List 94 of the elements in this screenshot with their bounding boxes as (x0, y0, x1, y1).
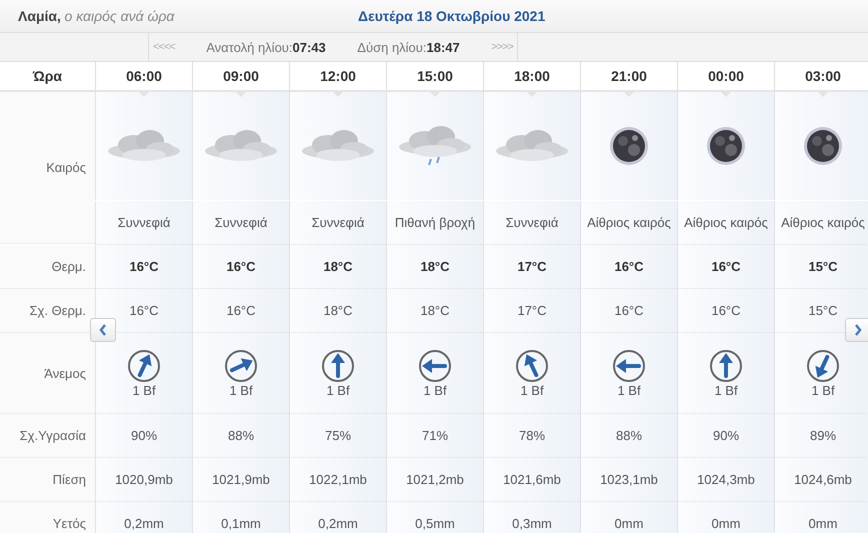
row-label: Πίεση (52, 472, 86, 487)
feels-like-temperature: 16°C (614, 303, 644, 318)
feels-like-temperature: 15°C (808, 303, 838, 318)
row-label: Σχ. Θερμ. (30, 303, 86, 318)
column-header: 03:00 (805, 68, 841, 84)
column-header: Ώρα (33, 68, 62, 84)
precipitation-value: 0mm (808, 516, 838, 531)
pressure-value: 1023,1mb (600, 472, 658, 487)
weather-description: Αίθριος καιρός (781, 215, 865, 230)
column-header: 00:00 (708, 68, 744, 84)
feels-like-temperature: 18°C (420, 303, 450, 318)
sunset-text: Δύση ηλίου:18:47 (357, 40, 460, 54)
wind-direction-icon (127, 348, 161, 382)
row-label: Σχ.Υγρασία (20, 428, 86, 443)
column-header: 21:00 (611, 68, 647, 84)
wind-direction-icon (709, 348, 743, 382)
column-header: 12:00 (320, 68, 356, 84)
weather-description: Πιθανή βροχή (394, 215, 476, 230)
moon-icon (609, 126, 649, 166)
temperature: 16°C (614, 259, 644, 274)
wind-speed: 1 Bf (811, 382, 835, 398)
weather-description: Αίθριος καιρός (587, 215, 671, 230)
pressure-value: 1020,9mb (115, 472, 173, 487)
wind-speed: 1 Bf (423, 382, 447, 398)
wind-speed: 1 Bf (229, 382, 253, 398)
pressure-value: 1022,1mb (309, 472, 367, 487)
weather-description: Συννεφιά (214, 215, 268, 230)
wind-speed: 1 Bf (714, 382, 738, 398)
pressure-value: 1021,2mb (406, 472, 464, 487)
precipitation-value: 0,3mm (512, 516, 552, 531)
wind-speed: 1 Bf (132, 382, 156, 398)
humidity-value: 89% (810, 428, 836, 443)
moon-icon (706, 126, 746, 166)
date-heading: Δευτέρα 18 Οκτωβρίου 2021 (358, 8, 546, 24)
weather-description: Συννεφιά (312, 215, 364, 230)
humidity-value: 75% (324, 428, 352, 443)
temperature: 18°C (420, 259, 450, 274)
precipitation-value: 0mm (614, 516, 644, 531)
humidity-value: 71% (422, 428, 448, 443)
scroll-right-button[interactable] (845, 318, 868, 342)
precipitation-value: 0,1mm (221, 516, 261, 531)
humidity-value: 88% (616, 428, 642, 443)
feels-like-temperature: 17°C (517, 303, 547, 318)
temperature: 16°C (226, 259, 256, 274)
chevron-left-icon (99, 324, 107, 336)
next-link[interactable]: >>>> (491, 41, 513, 53)
page-subtitle: ο καιρός ανά ώρα (64, 8, 174, 24)
temperature: 15°C (808, 259, 838, 274)
precipitation-value: 0,2mm (318, 516, 358, 531)
wind-speed: 1 Bf (326, 382, 350, 398)
column-header: 18:00 (514, 68, 550, 84)
wind-direction-icon (515, 348, 549, 382)
wind-direction-icon (224, 348, 258, 382)
city-name: Λαμία, (18, 8, 61, 24)
temperature: 16°C (129, 259, 159, 274)
pressure-value: 1021,6mb (503, 472, 561, 487)
weather-description: Αίθριος καιρός (684, 215, 768, 230)
feels-like-temperature: 18°C (323, 303, 353, 318)
pressure-value: 1024,3mb (697, 472, 755, 487)
column-header: 15:00 (417, 68, 453, 84)
weather-description: Συννεφιά (506, 215, 558, 230)
humidity-value: 88% (228, 428, 254, 443)
row-label: Άνεμος (44, 366, 86, 380)
feels-like-temperature: 16°C (129, 303, 159, 318)
previous-link[interactable]: <<<< (153, 41, 175, 53)
temperature: 17°C (517, 259, 547, 274)
wind-direction-icon (612, 348, 646, 382)
humidity-value: 90% (130, 428, 158, 443)
moon-icon (803, 126, 843, 166)
precipitation-value: 0mm (712, 516, 740, 531)
wind-speed: 1 Bf (520, 382, 544, 398)
weather-description: Συννεφιά (118, 215, 170, 230)
temperature: 18°C (323, 259, 353, 274)
precipitation-value: 0,2mm (124, 516, 164, 531)
scroll-left-button[interactable] (90, 318, 116, 342)
column-header: 09:00 (223, 68, 259, 84)
column-header: 06:00 (126, 68, 162, 84)
pressure-value: 1021,9mb (212, 472, 270, 487)
chevron-right-icon (854, 324, 862, 336)
wind-direction-icon (321, 348, 355, 382)
row-label: Υετός (52, 516, 86, 531)
row-label: Θερμ. (52, 259, 86, 274)
temperature: 16°C (711, 259, 741, 274)
feels-like-temperature: 16°C (226, 303, 256, 318)
humidity-value: 90% (712, 428, 740, 443)
precipitation-value: 0,5mm (415, 516, 455, 531)
feels-like-temperature: 16°C (711, 303, 741, 318)
wind-direction-icon (418, 348, 452, 382)
wind-direction-icon (806, 348, 840, 382)
humidity-value: 78% (518, 428, 546, 443)
sunrise-text: Ανατολή ηλίου:07:43 (206, 40, 326, 54)
row-label: Καιρός (46, 160, 86, 175)
wind-speed: 1 Bf (617, 382, 641, 398)
pressure-value: 1024,6mb (794, 472, 852, 487)
